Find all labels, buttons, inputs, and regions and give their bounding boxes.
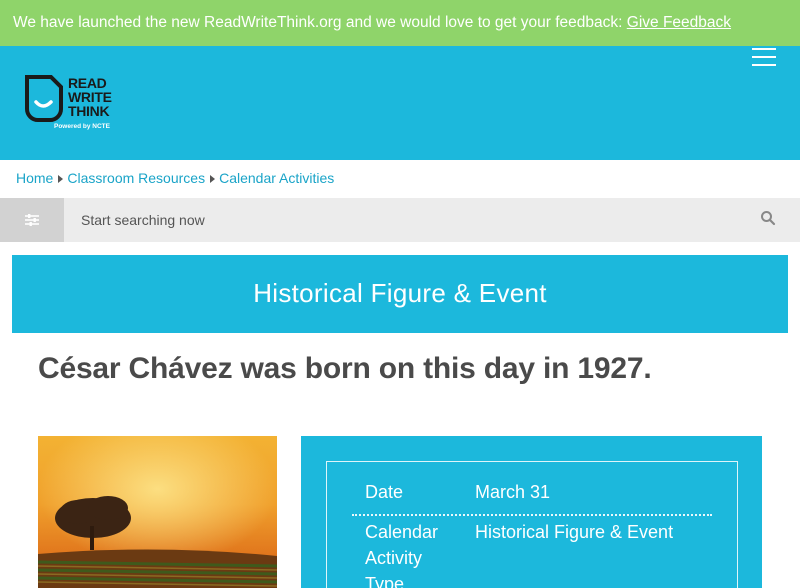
category-heading: Historical Figure & Event: [12, 255, 788, 333]
detail-value: Historical Figure & Event: [475, 522, 674, 542]
feedback-banner: We have launched the new ReadWriteThink.…: [0, 0, 800, 46]
vineyard-sunset-image: [38, 436, 277, 588]
banner-message: We have launched the new ReadWriteThink.…: [13, 14, 623, 31]
breadcrumb-calendar-activities[interactable]: Calendar Activities: [219, 170, 334, 186]
detail-label: Date: [365, 482, 404, 502]
site-header: READ WRITE THINK Powered by NCTE: [0, 46, 800, 160]
breadcrumb: Home Classroom Resources Calendar Activiti…: [0, 160, 800, 198]
search-bar: [0, 198, 800, 242]
logo-line-read: READ: [68, 75, 107, 91]
logo-wordmark: READ WRITE THINK: [68, 76, 112, 118]
hamburger-icon-bar: [752, 56, 776, 58]
filter-button[interactable]: [0, 198, 64, 242]
sliders-icon: [25, 214, 39, 226]
hamburger-menu-button[interactable]: [752, 46, 778, 66]
details-card: Date March 31 Calendar Activity Type His…: [326, 461, 738, 588]
chevron-right-icon: [58, 175, 64, 183]
breadcrumb-classroom-resources[interactable]: Classroom Resources: [67, 170, 205, 186]
page-title: César Chávez was born on this day in 192…: [38, 352, 652, 385]
logo-line-write: WRITE: [68, 89, 112, 105]
featured-image: [38, 436, 277, 588]
logo-tagline: Powered by NCTE: [54, 123, 110, 130]
detail-value: March 31: [475, 482, 551, 502]
hamburger-icon-bar: [752, 64, 776, 66]
hamburger-icon-bar: [752, 48, 776, 50]
chevron-right-icon: [210, 175, 216, 183]
readwritethink-logo[interactable]: READ WRITE THINK Powered by NCTE: [24, 74, 134, 136]
magnifier-icon[interactable]: [760, 210, 776, 226]
search-input[interactable]: [64, 198, 744, 242]
details-panel: Date March 31 Calendar Activity Type His…: [301, 436, 762, 588]
give-feedback-link[interactable]: Give Feedback: [627, 14, 731, 31]
logo-line-think: THINK: [68, 103, 110, 119]
logo-mark-icon: [25, 75, 63, 122]
detail-label: Calendar Activity Type: [365, 522, 439, 588]
breadcrumb-home[interactable]: Home: [16, 170, 53, 186]
detail-divider: [352, 514, 712, 516]
